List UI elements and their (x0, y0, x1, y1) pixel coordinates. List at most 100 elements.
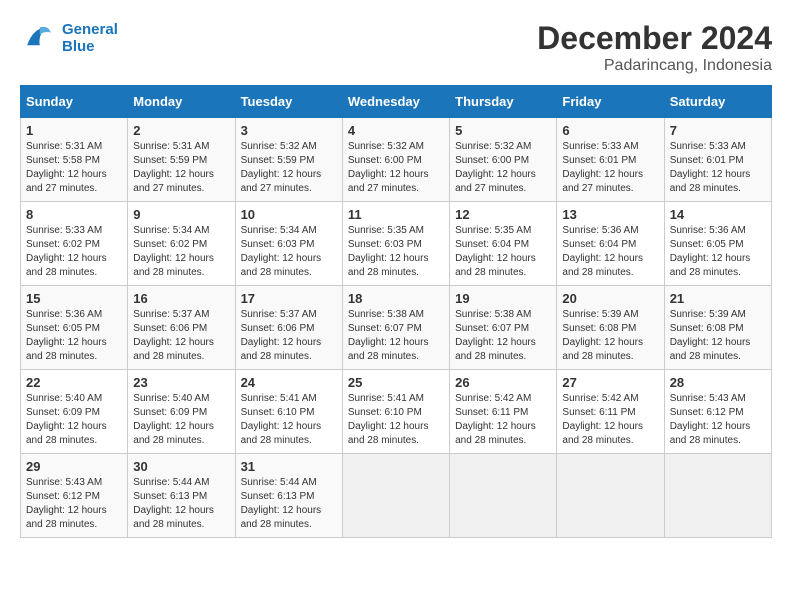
calendar-day: 30 Sunrise: 5:44 AMSunset: 6:13 PMDayligh… (128, 454, 235, 538)
day-info: Sunrise: 5:39 AMSunset: 6:08 PMDaylight:… (562, 309, 643, 362)
calendar-day (557, 454, 664, 538)
page-title: December 2024 (537, 20, 772, 57)
calendar-day: 13 Sunrise: 5:36 AMSunset: 6:04 PMDayligh… (557, 202, 664, 286)
weekday-header: Thursday (450, 86, 557, 118)
day-number: 21 (670, 291, 766, 306)
calendar-day: 9 Sunrise: 5:34 AMSunset: 6:02 PMDaylight… (128, 202, 235, 286)
calendar-day: 6Sunrise: 5:33 AMSunset: 6:01 PMDaylight… (557, 118, 664, 202)
day-info: Sunrise: 5:31 AMSunset: 5:58 PMDaylight:… (26, 141, 107, 194)
day-number: 17 (241, 291, 337, 306)
day-info: Sunrise: 5:40 AMSunset: 6:09 PMDaylight:… (26, 393, 107, 446)
day-info: Sunrise: 5:36 AMSunset: 6:04 PMDaylight:… (562, 225, 643, 278)
calendar-table: SundayMondayTuesdayWednesdayThursdayFrid… (20, 85, 772, 538)
day-number: 16 (133, 291, 229, 306)
weekday-header: Saturday (664, 86, 771, 118)
day-number: 12 (455, 207, 551, 222)
weekday-header: Wednesday (342, 86, 449, 118)
calendar-day: 23 Sunrise: 5:40 AMSunset: 6:09 PMDayligh… (128, 370, 235, 454)
day-number: 18 (348, 291, 444, 306)
calendar-day: 7 Sunrise: 5:33 AMSunset: 6:01 PMDaylight… (664, 118, 771, 202)
page-header: General Blue December 2024 Padarincang, … (20, 20, 772, 75)
weekday-header: Sunday (21, 86, 128, 118)
day-info: Sunrise: 5:42 AMSunset: 6:11 PMDaylight:… (455, 393, 536, 446)
calendar-day: 19 Sunrise: 5:38 AMSunset: 6:07 PMDayligh… (450, 286, 557, 370)
day-number: 19 (455, 291, 551, 306)
day-number: 20 (562, 291, 658, 306)
logo-icon (20, 20, 56, 56)
day-info: Sunrise: 5:35 AMSunset: 6:03 PMDaylight:… (348, 225, 429, 278)
day-info: Sunrise: 5:44 AMSunset: 6:13 PMDaylight:… (133, 477, 214, 530)
calendar-day: 14Sunrise: 5:36 AMSunset: 6:05 PMDayligh… (664, 202, 771, 286)
calendar-day: 24 Sunrise: 5:41 AMSunset: 6:10 PMDayligh… (235, 370, 342, 454)
day-number: 30 (133, 459, 229, 474)
day-info: Sunrise: 5:33 AMSunset: 6:01 PMDaylight:… (562, 141, 643, 194)
calendar-day: 21 Sunrise: 5:39 AMSunset: 6:08 PMDayligh… (664, 286, 771, 370)
calendar-day: 29 Sunrise: 5:43 AMSunset: 6:12 PMDayligh… (21, 454, 128, 538)
day-info: Sunrise: 5:36 AMSunset: 6:05 PMDaylight:… (26, 309, 107, 362)
day-number: 8 (26, 207, 122, 222)
day-info: Sunrise: 5:31 AMSunset: 5:59 PMDaylight:… (133, 141, 214, 194)
calendar-day: 3 Sunrise: 5:32 AMSunset: 5:59 PMDaylight… (235, 118, 342, 202)
calendar-day: 18 Sunrise: 5:38 AMSunset: 6:07 PMDayligh… (342, 286, 449, 370)
day-number: 7 (670, 123, 766, 138)
calendar-day: 16 Sunrise: 5:37 AMSunset: 6:06 PMDayligh… (128, 286, 235, 370)
calendar-week-row: 8 Sunrise: 5:33 AMSunset: 6:02 PMDaylight… (21, 202, 772, 286)
day-info: Sunrise: 5:41 AMSunset: 6:10 PMDaylight:… (348, 393, 429, 446)
day-info: Sunrise: 5:34 AMSunset: 6:02 PMDaylight:… (133, 225, 214, 278)
day-info: Sunrise: 5:43 AMSunset: 6:12 PMDaylight:… (26, 477, 107, 530)
day-number: 5 (455, 123, 551, 138)
day-number: 3 (241, 123, 337, 138)
day-info: Sunrise: 5:37 AMSunset: 6:06 PMDaylight:… (241, 309, 322, 362)
calendar-day: 20 Sunrise: 5:39 AMSunset: 6:08 PMDayligh… (557, 286, 664, 370)
day-info: Sunrise: 5:40 AMSunset: 6:09 PMDaylight:… (133, 393, 214, 446)
logo: General Blue (20, 20, 118, 56)
calendar-day (450, 454, 557, 538)
day-number: 10 (241, 207, 337, 222)
day-info: Sunrise: 5:37 AMSunset: 6:06 PMDaylight:… (133, 309, 214, 362)
calendar-day: 1 Sunrise: 5:31 AMSunset: 5:58 PMDaylight… (21, 118, 128, 202)
day-number: 27 (562, 375, 658, 390)
calendar-day: 28Sunrise: 5:43 AMSunset: 6:12 PMDayligh… (664, 370, 771, 454)
calendar-week-row: 22Sunrise: 5:40 AMSunset: 6:09 PMDayligh… (21, 370, 772, 454)
day-info: Sunrise: 5:41 AMSunset: 6:10 PMDaylight:… (241, 393, 322, 446)
calendar-day: 15 Sunrise: 5:36 AMSunset: 6:05 PMDayligh… (21, 286, 128, 370)
day-number: 13 (562, 207, 658, 222)
weekday-header: Friday (557, 86, 664, 118)
day-info: Sunrise: 5:38 AMSunset: 6:07 PMDaylight:… (455, 309, 536, 362)
calendar-day (664, 454, 771, 538)
day-number: 29 (26, 459, 122, 474)
day-info: Sunrise: 5:38 AMSunset: 6:07 PMDaylight:… (348, 309, 429, 362)
day-info: Sunrise: 5:32 AMSunset: 5:59 PMDaylight:… (241, 141, 322, 194)
day-number: 4 (348, 123, 444, 138)
day-info: Sunrise: 5:42 AMSunset: 6:11 PMDaylight:… (562, 393, 643, 446)
calendar-day (342, 454, 449, 538)
calendar-day: 27 Sunrise: 5:42 AMSunset: 6:11 PMDayligh… (557, 370, 664, 454)
calendar-day: 17 Sunrise: 5:37 AMSunset: 6:06 PMDayligh… (235, 286, 342, 370)
day-info: Sunrise: 5:33 AMSunset: 6:02 PMDaylight:… (26, 225, 107, 278)
weekday-header: Monday (128, 86, 235, 118)
weekday-header: Tuesday (235, 86, 342, 118)
day-number: 23 (133, 375, 229, 390)
calendar-week-row: 29 Sunrise: 5:43 AMSunset: 6:12 PMDayligh… (21, 454, 772, 538)
calendar-day: 2Sunrise: 5:31 AMSunset: 5:59 PMDaylight… (128, 118, 235, 202)
calendar-day: 5 Sunrise: 5:32 AMSunset: 6:00 PMDaylight… (450, 118, 557, 202)
page-subtitle: Padarincang, Indonesia (537, 57, 772, 75)
day-number: 11 (348, 207, 444, 222)
day-number: 15 (26, 291, 122, 306)
calendar-day: 26 Sunrise: 5:42 AMSunset: 6:11 PMDayligh… (450, 370, 557, 454)
day-info: Sunrise: 5:43 AMSunset: 6:12 PMDaylight:… (670, 393, 751, 446)
calendar-day: 11 Sunrise: 5:35 AMSunset: 6:03 PMDayligh… (342, 202, 449, 286)
day-number: 26 (455, 375, 551, 390)
day-number: 9 (133, 207, 229, 222)
calendar-day: 4Sunrise: 5:32 AMSunset: 6:00 PMDaylight… (342, 118, 449, 202)
calendar-day: 10Sunrise: 5:34 AMSunset: 6:03 PMDayligh… (235, 202, 342, 286)
logo-text: General Blue (62, 21, 118, 55)
day-info: Sunrise: 5:32 AMSunset: 6:00 PMDaylight:… (455, 141, 536, 194)
day-number: 24 (241, 375, 337, 390)
day-info: Sunrise: 5:44 AMSunset: 6:13 PMDaylight:… (241, 477, 322, 530)
calendar-day: 22Sunrise: 5:40 AMSunset: 6:09 PMDayligh… (21, 370, 128, 454)
day-info: Sunrise: 5:39 AMSunset: 6:08 PMDaylight:… (670, 309, 751, 362)
day-number: 1 (26, 123, 122, 138)
day-info: Sunrise: 5:33 AMSunset: 6:01 PMDaylight:… (670, 141, 751, 194)
calendar-day: 31Sunrise: 5:44 AMSunset: 6:13 PMDayligh… (235, 454, 342, 538)
